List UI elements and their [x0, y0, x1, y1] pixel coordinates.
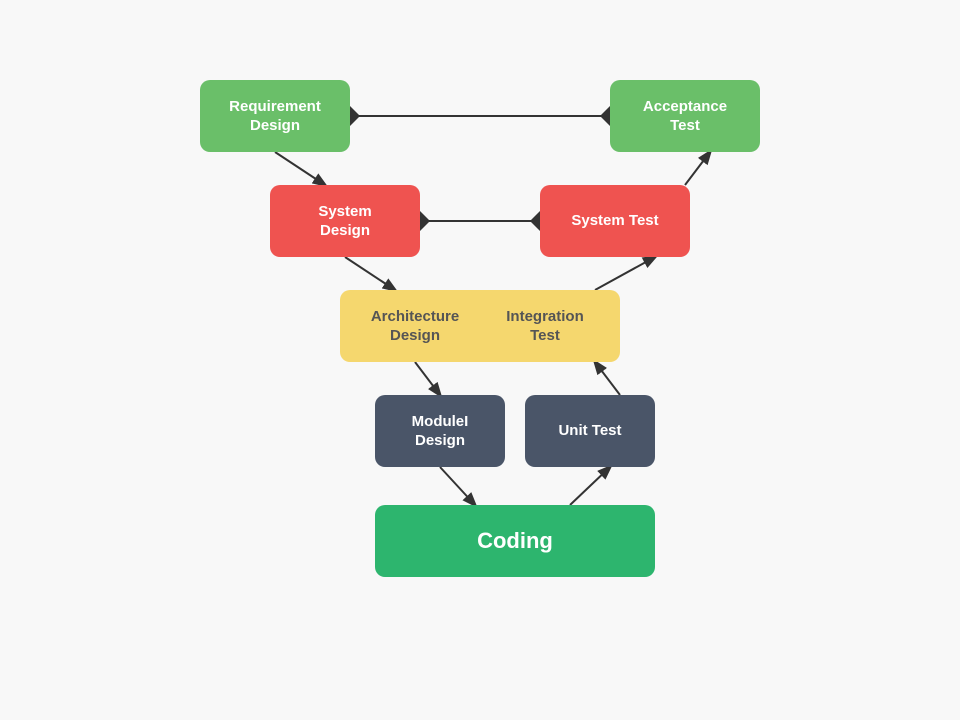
v-model-diagram: RequirementDesign AcceptanceTest SystemD…: [130, 50, 830, 670]
requirement-design-node: RequirementDesign: [200, 80, 350, 152]
module-design-node: ModuleIDesign: [375, 395, 505, 467]
integration-test-node: IntegrationTest: [470, 290, 620, 362]
unit-test-node: Unit Test: [525, 395, 655, 467]
system-design-node: SystemDesign: [270, 185, 420, 257]
system-test-node: System Test: [540, 185, 690, 257]
architecture-design-node: ArchitectureDesign: [340, 290, 490, 362]
acceptance-test-node: AcceptanceTest: [610, 80, 760, 152]
coding-node: Coding: [375, 505, 655, 577]
